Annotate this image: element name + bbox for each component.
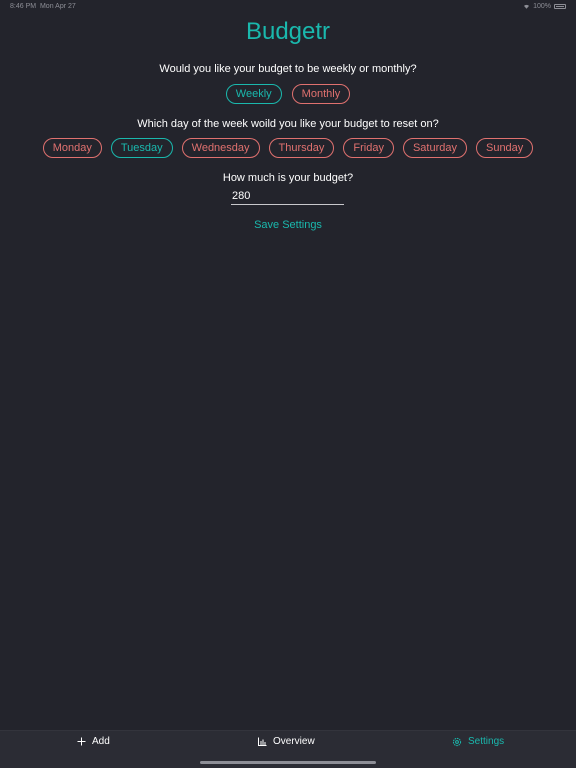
home-indicator (200, 761, 376, 764)
period-options: Weekly Monthly (0, 84, 576, 104)
reset-day-options: Monday Tuesday Wednesday Thursday Friday Satu… (0, 138, 576, 158)
save-settings-row: Save Settings (0, 219, 576, 231)
bar-chart-icon (258, 737, 267, 746)
tab-overview-label: Overview (273, 736, 315, 747)
period-weekly-button[interactable]: Weekly (225, 84, 282, 104)
day-tuesday-button[interactable]: Tuesday (110, 138, 173, 158)
battery-percent: 100% (533, 3, 551, 10)
wifi-icon (524, 4, 530, 9)
gear-icon (452, 737, 462, 746)
status-time-date: 8:46 PM Mon Apr 27 (10, 3, 76, 10)
tab-add-label: Add (92, 736, 110, 747)
day-saturday-button[interactable]: Saturday (402, 138, 467, 158)
budget-amount-input[interactable] (231, 187, 344, 205)
status-time: 8:46 PM (10, 3, 37, 10)
status-date: Mon Apr 27 (39, 3, 76, 10)
budget-question: How much is your budget? (222, 172, 354, 184)
battery-icon (554, 4, 566, 9)
status-indicators: 100% (523, 3, 566, 10)
day-wednesday-button[interactable]: Wednesday (181, 138, 260, 158)
tab-overview[interactable]: Overview (258, 736, 315, 747)
app-title: Budgetr (245, 18, 331, 45)
day-thursday-button[interactable]: Thursday (268, 138, 335, 158)
period-monthly-button[interactable]: Monthly (291, 84, 351, 104)
reset-day-question: Which day of the week woild you like you… (137, 118, 439, 130)
day-monday-button[interactable]: Monday (42, 138, 102, 158)
day-friday-button[interactable]: Friday (343, 138, 394, 158)
save-settings-button[interactable]: Save Settings (254, 219, 322, 231)
period-question: Would you like your budget to be weekly … (159, 63, 417, 75)
day-sunday-button[interactable]: Sunday (475, 138, 534, 158)
tab-settings-label: Settings (468, 736, 505, 747)
tab-settings[interactable]: Settings (452, 736, 504, 747)
status-bar: 8:46 PM Mon Apr 27 100% (0, 0, 576, 14)
plus-icon (77, 737, 86, 746)
tab-add[interactable]: Add (77, 736, 110, 747)
